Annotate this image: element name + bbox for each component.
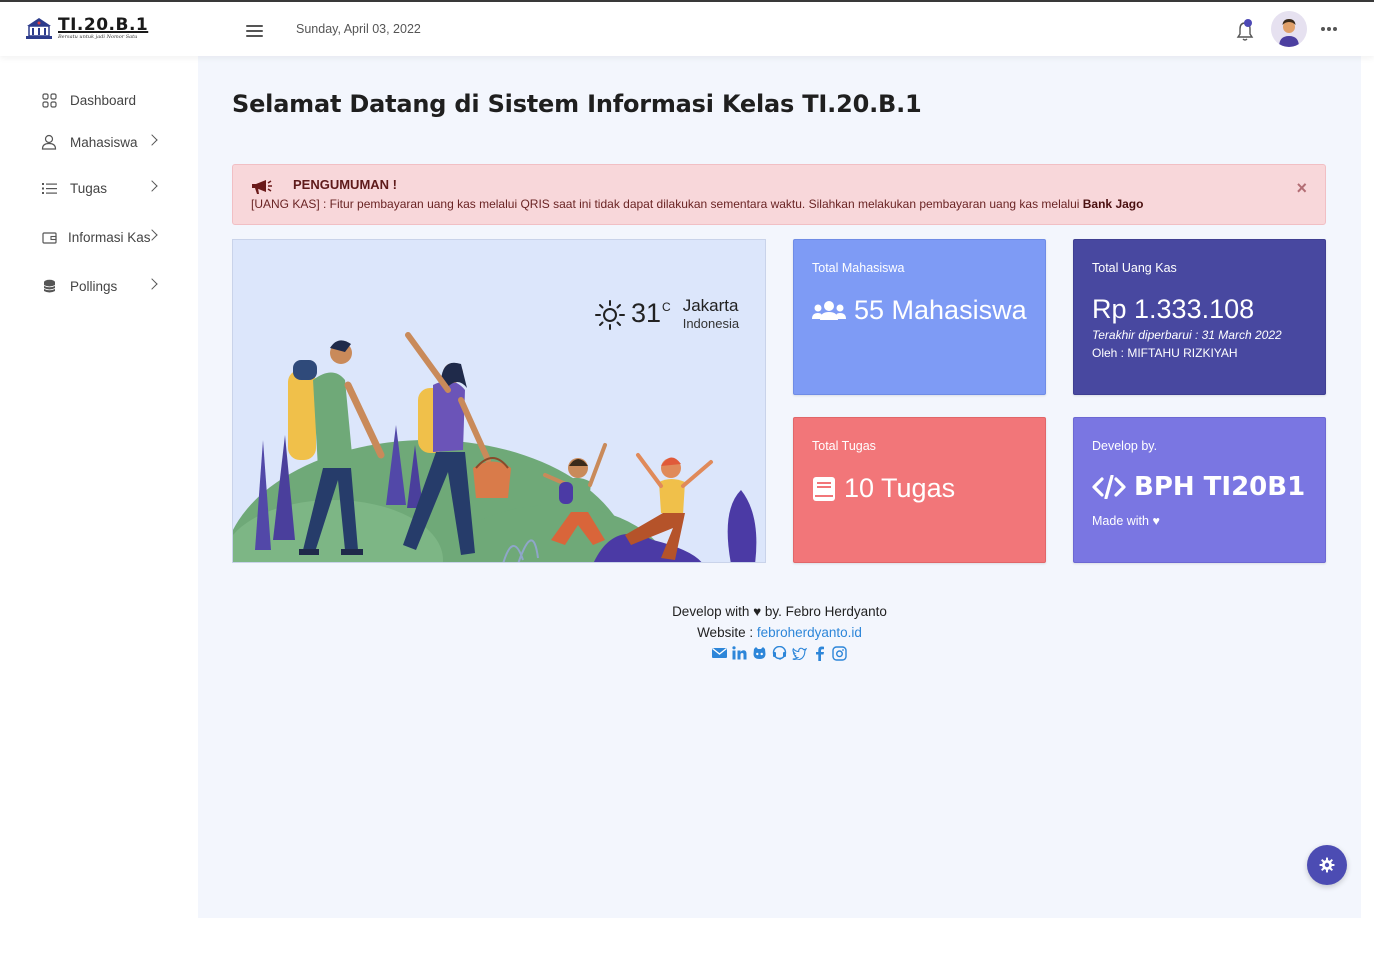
card-value-text: BPH TI20B1 (1134, 472, 1306, 502)
users-icon (812, 300, 846, 320)
close-alert-button[interactable]: × (1296, 179, 1307, 197)
announcement-alert: PENGUMUMAN ! [UANG KAS] : Fitur pembayar… (232, 164, 1326, 225)
sidebar-item-dashboard[interactable]: Dashboard (40, 91, 160, 109)
instagram-icon[interactable] (832, 645, 848, 661)
card-label: Total Mahasiswa (812, 261, 905, 275)
linkedin-icon[interactable] (732, 645, 748, 661)
sidebar-item-label: Informasi Kas (68, 229, 151, 245)
weather-country: Indonesia (682, 316, 740, 331)
kas-last-updated: Terakhir diperbarui : 31 March 2022 (1092, 328, 1282, 342)
brand-title: TI.20.B.1 (58, 14, 149, 35)
footer-website: Website : febroherdyanto.id (198, 622, 1361, 643)
main-content: Selamat Datang di Sistem Informasi Kelas… (198, 56, 1361, 918)
sidebar-item-label: Pollings (70, 278, 118, 294)
discord-icon[interactable] (772, 645, 788, 661)
weather-unit: C (662, 300, 671, 314)
wallet-icon (40, 228, 58, 246)
chevron-right-icon (146, 180, 158, 192)
card-develop-by[interactable]: Develop by. BPH TI20B1 Made with ♥ (1073, 417, 1326, 563)
sidebar-item-label: Mahasiswa (70, 134, 138, 150)
brand-tagline: Bersatu untuk jadi Nomor Satu (58, 33, 138, 40)
gear-icon (1319, 857, 1335, 873)
announcement-text: [UANG KAS] : Fitur pembayaran uang kas m… (251, 197, 1143, 211)
list-icon (40, 179, 58, 197)
card-value: 10 Tugas (812, 473, 955, 504)
more-options-icon[interactable] (1321, 27, 1337, 31)
card-value-text: 55 Mahasiswa (854, 295, 1027, 325)
sidebar-item-label: Tugas (70, 180, 108, 196)
sidebar-item-tugas[interactable]: Tugas (40, 179, 160, 197)
card-value-text: 10 Tugas (844, 473, 956, 503)
announcement-highlight: Bank Jago (1082, 197, 1144, 211)
code-icon (1092, 475, 1126, 499)
chevron-right-icon (146, 278, 158, 290)
logo-emblem-icon (26, 18, 52, 39)
hero-banner: 31 C Jakarta Indonesia (232, 239, 766, 563)
brand-logo[interactable]: TI.20.B.1 Bersatu untuk jadi Nomor Satu (24, 14, 148, 42)
card-value: Rp 1.333.108 (1092, 294, 1255, 324)
hiking-illustration (233, 332, 757, 562)
card-total-tugas[interactable]: Total Tugas 10 Tugas (793, 417, 1046, 563)
github-icon[interactable] (752, 645, 768, 661)
page-title: Selamat Datang di Sistem Informasi Kelas… (232, 90, 922, 118)
user-icon (40, 133, 58, 151)
card-label: Total Tugas (812, 439, 876, 453)
sidebar-item-informasi-kas[interactable]: Informasi Kas (40, 228, 160, 246)
announcement-title: PENGUMUMAN ! (293, 177, 397, 192)
footer-credit: Develop with ♥ by. Febro Herdyanto (672, 604, 887, 619)
menu-toggle-icon[interactable] (246, 25, 263, 37)
card-total-uang-kas[interactable]: Total Uang Kas Rp 1.333.108 Terakhir dip… (1073, 239, 1326, 395)
website-link[interactable]: febroherdyanto.id (757, 625, 862, 640)
kas-updated-by: Oleh : MIFTAHU RIZKIYAH (1092, 346, 1238, 360)
card-value: BPH TI20B1 (1092, 472, 1305, 502)
user-avatar[interactable] (1271, 11, 1307, 47)
facebook-icon[interactable] (812, 645, 828, 661)
sidebar-item-pollings[interactable]: Pollings (40, 277, 160, 295)
sidebar-item-mahasiswa[interactable]: Mahasiswa (40, 133, 160, 151)
grid-icon (40, 91, 58, 109)
twitter-icon[interactable] (792, 645, 808, 661)
sidebar-item-label: Dashboard (70, 92, 137, 108)
book-icon (813, 476, 835, 501)
weather-widget: 31 C Jakarta Indonesia (595, 296, 739, 332)
database-icon (40, 277, 58, 295)
card-label: Total Uang Kas (1092, 261, 1177, 275)
current-date: Sunday, April 03, 2022 (296, 22, 421, 36)
announcement-body: [UANG KAS] : Fitur pembayaran uang kas m… (251, 197, 1083, 211)
website-label: Website : (697, 625, 757, 640)
card-total-mahasiswa[interactable]: Total Mahasiswa 55 Mahasiswa (793, 239, 1046, 395)
envelope-icon[interactable] (712, 645, 728, 661)
card-value: 55 Mahasiswa (812, 295, 1027, 326)
sun-icon (595, 300, 625, 330)
settings-button[interactable] (1307, 845, 1347, 885)
weather-city: Jakarta (682, 296, 739, 315)
made-with-text: Made with ♥ (1092, 514, 1160, 528)
card-label: Develop by. (1092, 439, 1158, 453)
weather-temperature: 31 (631, 298, 662, 328)
top-navbar: TI.20.B.1 Bersatu untuk jadi Nomor Satu … (0, 2, 1374, 56)
chevron-right-icon (146, 134, 158, 146)
social-links (198, 645, 1361, 661)
footer: Develop with ♥ by. Febro Herdyanto Websi… (198, 601, 1361, 661)
notification-dot (1244, 19, 1252, 27)
sidebar: Dashboard Mahasiswa Tugas Informasi Kas … (0, 56, 198, 969)
megaphone-icon (252, 180, 272, 194)
